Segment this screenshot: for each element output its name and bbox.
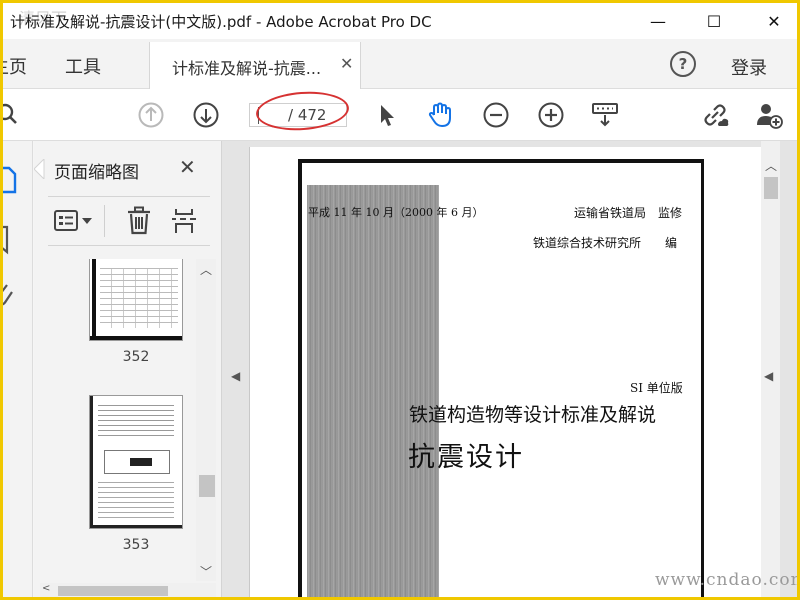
attachments-nav-icon[interactable] — [3, 279, 15, 309]
maximize-icon: ☐ — [706, 11, 722, 31]
thumbnail-list: 352 353 — [34, 259, 204, 579]
editor-line: 铁道综合技术研究所 编 — [533, 236, 678, 250]
keyboard-scroll-icon[interactable] — [591, 101, 619, 129]
pdf-page: 平成 11 年 10 月（2000 年 6 月） 运输省铁道局 监修 铁道综合技… — [249, 147, 761, 597]
minimize-icon: — — [650, 11, 666, 31]
zoom-out-icon[interactable] — [482, 101, 510, 129]
document-vertical-scrollbar[interactable]: ︿ ◀ — [761, 141, 780, 597]
page-down-icon[interactable] — [192, 101, 220, 129]
login-button[interactable]: 登录 — [731, 54, 767, 80]
zoom-in-icon[interactable] — [537, 101, 565, 129]
panel-toolbar — [48, 196, 210, 246]
panel-title: 页面缩略图 — [54, 163, 139, 183]
edition-label: SI 单位版 — [630, 381, 683, 395]
scroll-up-arrow-icon[interactable]: ︿ — [765, 157, 777, 174]
thumbnail-horizontal-scrollbar[interactable]: < — [40, 583, 216, 597]
acrobat-window: 计标准及解说-抗震设计(中文版).pdf - Adobe Acrobat Pro… — [3, 3, 797, 597]
scrollbar-thumb[interactable] — [58, 586, 168, 596]
page-thumbnails-panel: 页面缩略图 ✕ 352 353 ︿ ﹀ < — [34, 141, 222, 597]
thumbnail-page-number: 353 — [122, 537, 150, 553]
thumbnail-page-352[interactable] — [89, 259, 183, 341]
toolbar: / 472 — [3, 88, 797, 141]
close-icon: ✕ — [767, 11, 781, 31]
delete-icon[interactable] — [126, 206, 152, 236]
menu-tab-bar: 主页 工具 计标准及解说-抗震... ✕ ? 登录 — [3, 39, 797, 90]
navigation-rail — [3, 141, 33, 597]
share-link-icon[interactable] — [701, 101, 729, 129]
scrollbar-thumb[interactable] — [764, 177, 778, 199]
title-bar: 计标准及解说-抗震设计(中文版).pdf - Adobe Acrobat Pro… — [3, 3, 797, 39]
select-cursor-icon[interactable] — [373, 101, 401, 129]
panel-pointer-icon — [34, 159, 45, 179]
thumbnail-page-number: 352 — [122, 349, 150, 365]
collapse-left-pane-icon[interactable]: ◀ — [231, 369, 240, 383]
document-title: 铁道构造物等设计标准及解说 — [409, 404, 657, 426]
toolbar-divider — [104, 205, 105, 237]
site-watermark: www.cndao.com — [655, 570, 797, 590]
dropdown-arrow-icon[interactable] — [82, 217, 92, 225]
bookmarks-nav-icon[interactable] — [3, 225, 15, 255]
extract-icon[interactable] — [170, 207, 198, 235]
close-window-button[interactable]: ✕ — [751, 3, 797, 39]
thumbnail-vertical-scrollbar[interactable]: ︿ ﹀ — [196, 259, 216, 581]
maximize-button[interactable]: ☐ — [691, 3, 737, 39]
close-tab-icon[interactable]: ✕ — [340, 54, 353, 73]
hand-tool-icon[interactable] — [426, 101, 454, 129]
scrollbar-thumb[interactable] — [199, 475, 215, 497]
tools-tab[interactable]: 工具 — [65, 53, 101, 79]
options-menu-icon[interactable] — [54, 209, 80, 233]
search-icon[interactable] — [3, 101, 23, 129]
expand-right-pane-icon[interactable]: ◀ — [764, 369, 773, 383]
scroll-up-arrow-icon[interactable]: ︿ — [200, 261, 212, 278]
supervisor-line: 运输省铁道局 监修 — [574, 206, 683, 220]
document-view[interactable]: ◀ 平成 11 年 10 月（2000 年 6 月） 运输省铁道局 监修 铁道综… — [222, 141, 797, 597]
document-subtitle: 抗震设计 — [408, 442, 524, 473]
scroll-left-arrow-icon[interactable]: < — [42, 583, 50, 594]
add-user-icon[interactable] — [755, 101, 783, 129]
thumbnail-page-353[interactable] — [89, 395, 183, 529]
page-thumbnails-nav-icon[interactable] — [3, 165, 17, 195]
home-tab[interactable]: 主页 — [3, 53, 27, 79]
help-button[interactable]: ? — [670, 51, 696, 77]
scroll-down-arrow-icon[interactable]: ﹀ — [200, 563, 212, 580]
minimize-button[interactable]: — — [635, 3, 681, 39]
page-up-icon[interactable] — [137, 101, 165, 129]
corner-watermark: 清风下 — [19, 9, 68, 28]
date-line: 平成 11 年 10 月（2000 年 6 月） — [308, 206, 484, 219]
document-tab[interactable]: 计标准及解说-抗震... ✕ — [149, 42, 361, 90]
panel-close-icon[interactable]: ✕ — [179, 155, 196, 179]
document-tab-label: 计标准及解说-抗震... — [172, 59, 322, 78]
window-title: 计标准及解说-抗震设计(中文版).pdf - Adobe Acrobat Pro… — [10, 13, 432, 31]
scanned-gray-band — [307, 185, 439, 597]
